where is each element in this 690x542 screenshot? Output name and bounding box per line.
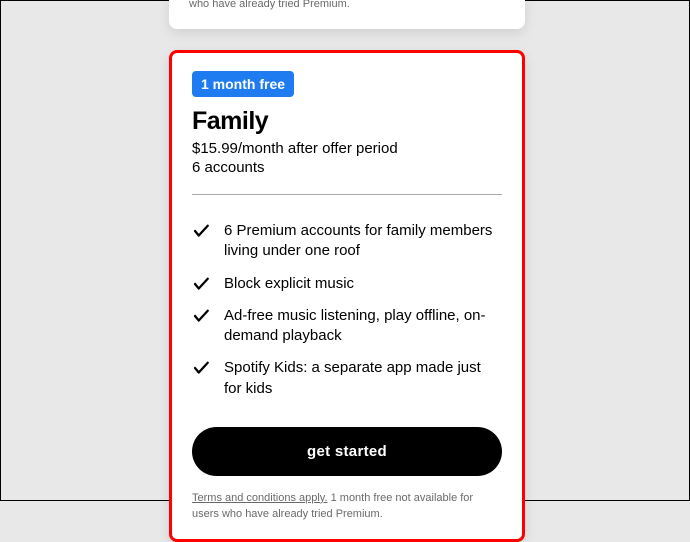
features-list: 6 Premium accounts for family members li…: [192, 221, 502, 399]
terms-text: Terms and conditions apply. 1 month free…: [192, 490, 502, 523]
previous-plan-card-partial: who have already tried Premium.: [169, 0, 525, 29]
check-icon: [192, 307, 210, 325]
list-item: Ad-free music listening, play offline, o…: [192, 306, 502, 347]
prev-terms-text: who have already tried Premium.: [189, 0, 505, 13]
check-icon: [192, 222, 210, 240]
accounts-line: 6 accounts: [192, 159, 502, 176]
family-plan-card: 1 month free Family $15.99/month after o…: [169, 50, 525, 542]
feature-text: Ad-free music listening, play offline, o…: [224, 306, 502, 347]
check-icon: [192, 359, 210, 377]
feature-text: 6 Premium accounts for family members li…: [224, 221, 502, 262]
promo-badge: 1 month free: [192, 71, 294, 97]
terms-link[interactable]: Terms and conditions apply.: [192, 492, 328, 504]
divider: [192, 194, 502, 195]
feature-text: Spotify Kids: a separate app made just f…: [224, 358, 502, 399]
plan-title: Family: [192, 107, 502, 136]
price-line: $15.99/month after offer period: [192, 140, 502, 157]
list-item: 6 Premium accounts for family members li…: [192, 221, 502, 262]
list-item: Spotify Kids: a separate app made just f…: [192, 358, 502, 399]
check-icon: [192, 275, 210, 293]
list-item: Block explicit music: [192, 274, 502, 294]
get-started-button[interactable]: get started: [192, 427, 502, 476]
feature-text: Block explicit music: [224, 274, 354, 294]
